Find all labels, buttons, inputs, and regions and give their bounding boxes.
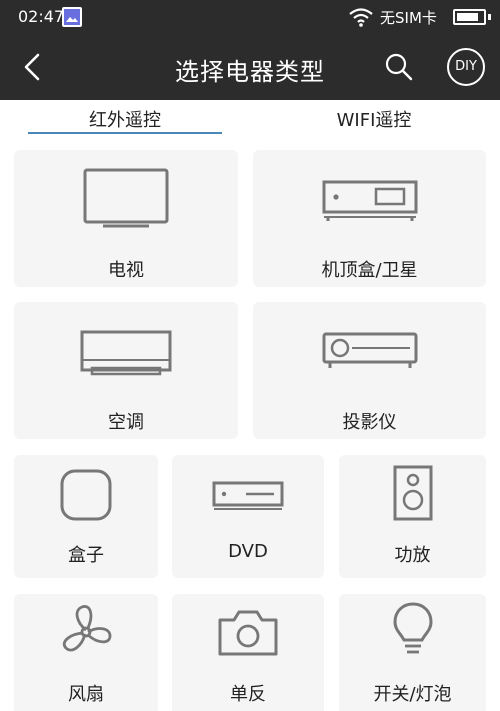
- battery-icon: [453, 9, 486, 25]
- wifi-icon: [349, 8, 373, 27]
- tab-wifi[interactable]: WIFI遥控: [262, 106, 486, 132]
- battery-level: [457, 13, 478, 21]
- device-card-set-top-box[interactable]: 机顶盒/卫星: [253, 150, 486, 287]
- lightbulb-icon: [392, 602, 433, 654]
- device-label: 盒子: [68, 545, 104, 566]
- fan-icon: [62, 605, 112, 652]
- speaker-icon: [393, 465, 432, 521]
- device-card-projector[interactable]: 投影仪: [253, 302, 486, 439]
- device-label: 电视: [108, 260, 144, 281]
- search-button[interactable]: [382, 50, 416, 84]
- device-label: 单反: [230, 684, 266, 705]
- device-card-air-conditioner[interactable]: 空调: [14, 302, 238, 439]
- device-card-camera[interactable]: 单反: [172, 594, 324, 711]
- device-card-dvd[interactable]: DVD: [172, 455, 324, 578]
- diy-button[interactable]: DIY: [447, 48, 485, 86]
- page-title: 选择电器类型: [175, 58, 325, 86]
- device-label: 风扇: [68, 684, 104, 705]
- set-top-box-icon: [322, 180, 417, 221]
- gallery-icon: [62, 7, 82, 27]
- device-label: 投影仪: [342, 412, 397, 433]
- box-icon: [60, 469, 112, 521]
- header-bar: 选择电器类型 DIY: [0, 34, 500, 100]
- status-time: 02:47: [18, 7, 65, 26]
- air-conditioner-icon: [80, 330, 172, 376]
- device-card-box[interactable]: 盒子: [14, 455, 158, 578]
- device-label: DVD: [228, 541, 268, 562]
- device-card-amplifier[interactable]: 功放: [339, 455, 486, 578]
- carrier-label: 无SIM卡: [380, 9, 437, 27]
- device-card-fan[interactable]: 风扇: [14, 594, 158, 711]
- device-label: 开关/灯泡: [373, 684, 452, 705]
- device-label: 功放: [394, 545, 431, 566]
- device-label: 空调: [108, 412, 144, 433]
- search-icon: [385, 53, 413, 81]
- status-bar: 02:47 无SIM卡: [0, 0, 500, 34]
- device-card-tv[interactable]: 电视: [14, 150, 238, 287]
- device-card-switch-light[interactable]: 开关/灯泡: [339, 594, 486, 711]
- tab-infrared[interactable]: 红外遥控: [28, 106, 222, 132]
- battery-tip: [488, 14, 491, 20]
- dvd-icon: [212, 481, 284, 510]
- active-tab-indicator: [28, 132, 222, 134]
- tv-icon: [83, 168, 169, 228]
- camera-icon: [218, 610, 278, 656]
- device-label: 机顶盒/卫星: [321, 260, 418, 281]
- projector-icon: [322, 332, 417, 368]
- remote-type-tabs: 红外遥控 WIFI遥控: [0, 100, 500, 140]
